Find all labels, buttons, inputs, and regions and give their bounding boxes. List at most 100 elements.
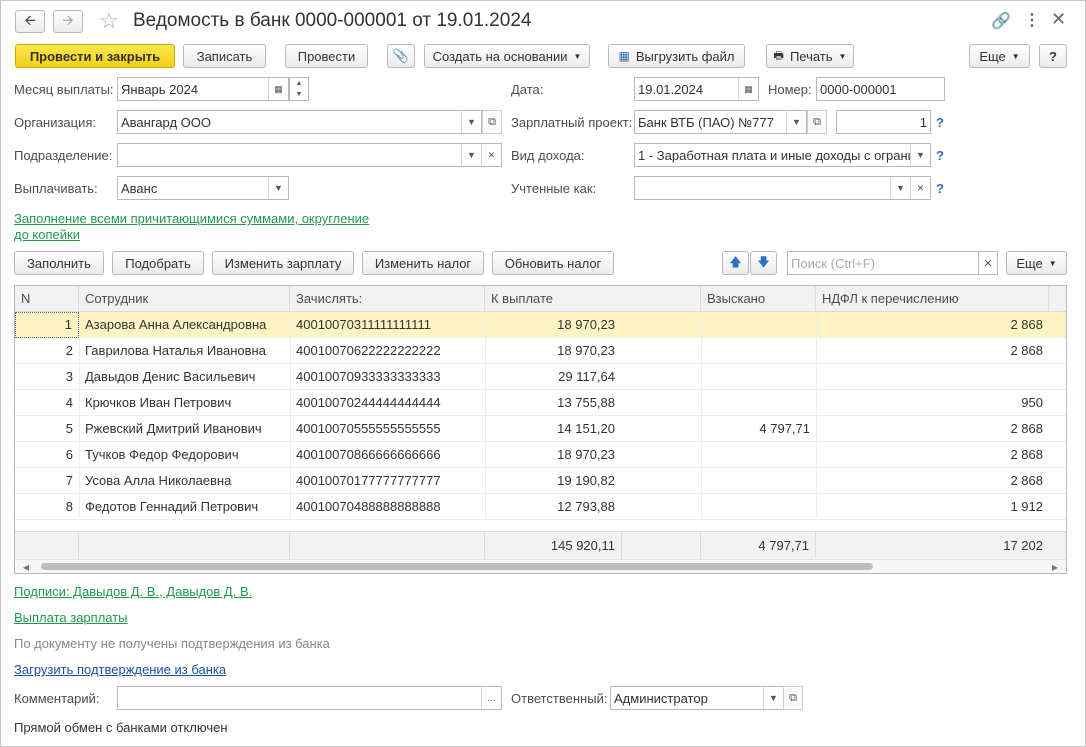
change-tax-button[interactable]: Изменить налог [362,251,484,275]
salary-payment-link[interactable]: Выплата зарплаты [14,610,128,625]
pick-button[interactable]: Подобрать [112,251,204,275]
chevron-down-icon[interactable]: ▼ [461,144,481,166]
link-icon[interactable]: 🔗 [991,11,1011,31]
responsible-field[interactable]: Администратор ▼ [610,686,784,710]
back-button[interactable]: 🡨 [15,10,45,33]
fill-button[interactable]: Заполнить [14,251,104,275]
salary-project-field[interactable]: Банк ВТБ (ПАО) №777 ▼ [634,110,807,134]
upload-file-button[interactable]: ▦ Выгрузить файл [608,44,745,68]
comment-field[interactable]: … [117,686,502,710]
table-more-button[interactable]: Еще ▼ [1006,251,1067,275]
print-label: Печать [789,48,833,64]
more-button[interactable]: Еще ▼ [969,44,1030,68]
table-row[interactable]: 8 Федотов Геннадий Петрович 40010070488888… [15,494,1066,520]
close-icon[interactable]: ✕ [1051,9,1066,30]
upload-icon: ▦ [618,49,630,63]
col-account[interactable]: Зачислять: [290,286,485,312]
print-button[interactable]: 🖶 Печать ▼ [766,44,854,68]
arrow-down-icon: 🡇 [757,254,770,269]
save-label: Записать [196,48,253,64]
create-based-on-button[interactable]: Создать на основании ▼ [424,44,590,68]
clear-icon[interactable]: ✕ [910,177,930,199]
calendar-icon[interactable]: ▦ [738,78,758,100]
cell-n: 4 [65,395,73,410]
table-row[interactable]: 5 Ржевский Дмитрий Иванович 40010070555555… [15,416,1066,442]
open-icon[interactable]: ⧉ [482,110,502,134]
project-count-value: 1 [919,114,927,130]
total-withheld: 4 797,71 [701,532,816,558]
fill-settings-link-line1[interactable]: Заполнение всеми причитающимися суммами,… [14,211,369,226]
open-icon[interactable]: ⧉ [783,686,803,710]
scroll-right-icon[interactable]: ▶ [1048,560,1062,573]
move-down-button[interactable]: 🡇 [750,251,777,275]
chevron-down-icon[interactable]: ▼ [268,177,288,199]
help-icon[interactable]: ? [936,148,944,163]
scroll-left-icon[interactable]: ◀ [19,560,33,573]
fill-settings-link-line2[interactable]: до копейки [14,227,80,242]
comment-label: Комментарий: [14,691,100,706]
number-field[interactable]: 0000-000001 [816,77,945,101]
cell-to-pay: 19 190,82 [557,473,615,488]
post-button[interactable]: Провести [285,44,368,68]
col-employee[interactable]: Сотрудник [79,286,290,312]
total-spacer [79,532,290,560]
table-row[interactable]: 7 Усова Алла Николаевна 400100701777777777… [15,468,1066,494]
project-count-field[interactable]: 1 [836,110,931,134]
calendar-icon[interactable]: ▦ [268,78,288,100]
col-to-pay[interactable]: К выплате [485,286,701,312]
chevron-down-icon[interactable]: ▼ [890,177,910,199]
division-field[interactable]: ▼ ✕ [117,143,502,167]
table-row[interactable]: 6 Тучков Федор Федорович 40010070866666666… [15,442,1066,468]
forward-button[interactable]: 🡪 [53,10,83,33]
organization-value: Авангард ООО [121,114,211,130]
pay-type-field[interactable]: Аванс ▼ [117,176,289,200]
cell-to-pay: 29 117,64 [558,369,615,384]
cell-n: 6 [65,447,73,462]
cell-withheld [701,364,816,390]
date-field[interactable]: 19.01.2024 ▦ [634,77,759,101]
col-n[interactable]: N [15,286,79,312]
clear-search-icon[interactable]: ✕ [978,251,998,275]
post-and-close-button[interactable]: Провести и закрыть [15,44,175,68]
cell-account: 40010070866666666666 [296,447,441,462]
save-button[interactable]: Записать [183,44,266,68]
help-button[interactable]: ? [1039,44,1067,68]
clear-icon[interactable]: ✕ [481,144,501,166]
move-up-button[interactable]: 🡅 [722,251,749,275]
scrollbar-thumb[interactable] [41,563,873,570]
table-row[interactable]: 1 Азарова Анна Александровна 4001007031111… [15,312,1066,338]
search-input[interactable]: Поиск (Ctrl+F) [787,251,979,275]
chevron-down-icon[interactable]: ▼ [763,687,783,709]
column-divider [485,312,486,518]
change-salary-button[interactable]: Изменить зарплату [212,251,354,275]
signatures-link[interactable]: Подписи: Давыдов Д. В., Давыдов Д. В. [14,584,252,599]
total-spacer [290,532,485,560]
help-icon[interactable]: ? [936,115,944,130]
help-icon[interactable]: ? [936,181,944,196]
col-ndfl[interactable]: НДФЛ к перечислению [816,286,1049,312]
chevron-down-icon[interactable]: ▼ [786,111,806,133]
open-icon[interactable]: ⧉ [807,110,827,134]
chevron-down-icon[interactable]: ▼ [461,111,481,133]
horizontal-scrollbar[interactable]: ◀ ▶ [15,559,1066,573]
cell-to-pay: 13 755,88 [557,395,615,410]
attach-button[interactable]: 📎 [387,44,415,68]
counted-as-field[interactable]: ▼ ✕ [634,176,931,200]
star-icon[interactable]: ☆ [99,8,119,34]
col-withheld[interactable]: Взыскано [701,286,816,312]
income-type-field[interactable]: 1 - Заработная плата и иные доходы с огр… [634,143,931,167]
kebab-menu-icon[interactable]: ⋮ [1024,10,1040,30]
table-row[interactable]: 4 Крючков Иван Петрович 400100702444444444… [15,390,1066,416]
load-confirmation-link[interactable]: Загрузить подтверждение из банка [14,662,226,677]
table-row[interactable]: 2 Гаврилова Наталья Ивановна 4001007062222… [15,338,1066,364]
month-label: Месяц выплаты: [14,82,114,97]
table-row[interactable]: 3 Давыдов Денис Васильевич 400100709333333… [15,364,1066,390]
cell-n: 5 [65,421,73,436]
month-field[interactable]: Январь 2024 ▦ [117,77,289,101]
table-header: N Сотрудник Зачислять: К выплате Взыскан… [15,286,1066,312]
month-stepper[interactable]: ▲ ▼ [289,77,309,101]
chevron-down-icon[interactable]: ▼ [910,144,930,166]
organization-field[interactable]: Авангард ООО ▼ [117,110,482,134]
refresh-tax-button[interactable]: Обновить налог [492,251,614,275]
ellipsis-icon[interactable]: … [481,687,501,709]
